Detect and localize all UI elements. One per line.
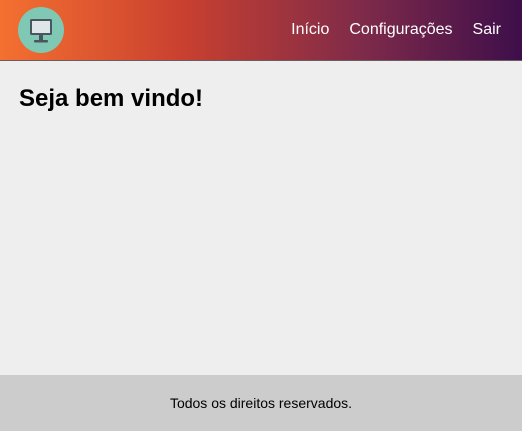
nav-link-inicio[interactable]: Início	[291, 20, 329, 40]
site-header: Início Configurações Sair	[0, 0, 522, 61]
nav-link-sair[interactable]: Sair	[473, 20, 501, 40]
site-footer: Todos os direitos reservados.	[0, 375, 522, 431]
footer-text: Todos os direitos reservados.	[169, 395, 353, 411]
main-nav: Início Configurações Sair	[291, 20, 501, 40]
logo[interactable]	[18, 7, 64, 53]
main-content: Seja bem vindo!	[0, 61, 522, 375]
welcome-heading: Seja bem vindo!	[19, 85, 204, 112]
nav-link-configuracoes[interactable]: Configurações	[349, 20, 452, 40]
monitor-icon	[30, 19, 52, 43]
